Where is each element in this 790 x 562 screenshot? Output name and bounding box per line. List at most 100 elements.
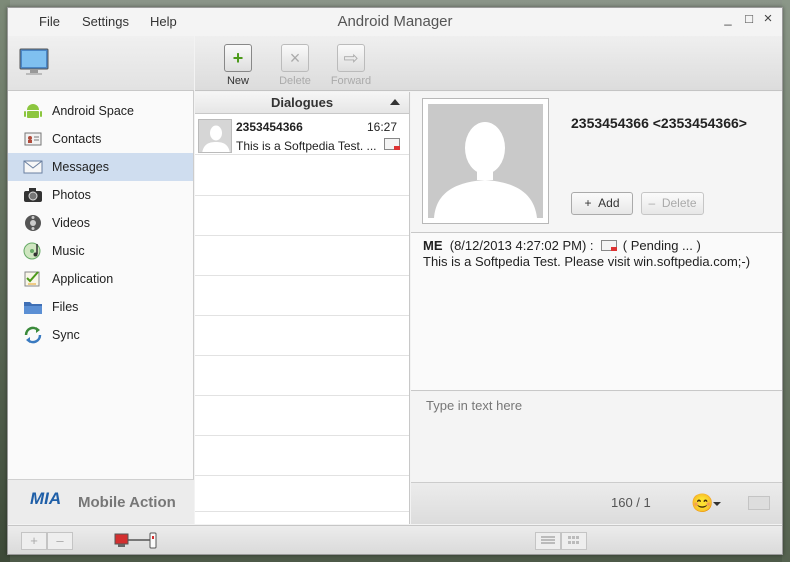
send-bar: 160 / 1 😊 — [411, 482, 782, 524]
sidebar: Android Space Contacts Messages Photos V… — [8, 36, 194, 524]
message-status: ( Pending ... ) — [622, 238, 701, 253]
conversation-pane: 2353454366 <2353454366> + Add – Delete M… — [411, 92, 782, 524]
add-contact-label: Add — [598, 196, 620, 210]
sidebar-item-label: Files — [52, 300, 79, 314]
message-body: This is a Softpedia Test. Please visit w… — [423, 254, 751, 269]
message-meta: ME (8/12/2013 4:27:02 PM) : ( Pending ..… — [423, 238, 701, 253]
sidebar-item-messages[interactable]: Messages — [8, 153, 193, 181]
empty-row — [195, 476, 409, 512]
empty-row — [195, 196, 409, 236]
title-bar: File Settings Help Android Manager _ □ × — [8, 8, 782, 36]
sidebar-item-files[interactable]: Files — [8, 293, 193, 321]
new-button-label: New — [226, 75, 249, 87]
contact-photo-frame[interactable] — [422, 98, 549, 224]
sidebar-item-label: Sync — [52, 328, 80, 342]
sidebar-item-label: Contacts — [52, 132, 102, 146]
sidebar-item-label: Application — [52, 272, 114, 286]
message-input[interactable] — [411, 392, 782, 482]
dialogue-name: 2353454366 — [236, 120, 303, 134]
status-bar: + – — [8, 525, 782, 554]
smiley-icon: 😊 — [691, 493, 714, 513]
brand-text: Mobile Action — [78, 494, 176, 511]
contact-header: 2353454366 <2353454366> + Add – Delete — [411, 92, 782, 233]
add-contact-button[interactable]: + Add — [571, 192, 633, 215]
sort-ascending-icon[interactable] — [390, 99, 400, 105]
sidebar-item-contacts[interactable]: Contacts — [8, 125, 193, 153]
empty-row — [195, 396, 409, 436]
person-silhouette-icon — [199, 120, 231, 152]
empty-row — [195, 276, 409, 316]
dialogue-row[interactable]: 2353454366 16:27 This is a Softpedia Tes… — [195, 115, 409, 155]
compose-area — [411, 392, 782, 482]
empty-row — [195, 236, 409, 276]
sidebar-item-music[interactable]: Music — [8, 237, 193, 265]
empty-row — [195, 436, 409, 476]
grid-view-button[interactable] — [561, 532, 587, 550]
contacts-icon — [24, 132, 42, 146]
sidebar-item-label: Videos — [52, 216, 90, 230]
forward-button[interactable]: ⇨ Forward — [323, 39, 379, 89]
delete-message-button[interactable]: × Delete — [267, 39, 323, 89]
folder-icon — [24, 302, 42, 314]
dialogues-header-label: Dialogues — [270, 95, 334, 110]
empty-row — [195, 316, 409, 356]
new-button[interactable]: + New — [210, 39, 266, 89]
film-icon — [25, 215, 41, 231]
list-view-button[interactable] — [535, 532, 561, 550]
new-message-icon: + — [224, 44, 252, 72]
dialogue-time: 16:27 — [366, 120, 397, 134]
empty-row — [195, 156, 409, 196]
computer-monitor-icon[interactable] — [19, 48, 49, 76]
person-silhouette-icon — [428, 104, 543, 218]
sidebar-item-photos[interactable]: Photos — [8, 181, 193, 209]
menu-help[interactable]: Help — [150, 14, 177, 29]
sidebar-item-android-space[interactable]: Android Space — [8, 97, 193, 125]
forward-icon: ⇨ — [337, 44, 365, 72]
music-icon — [23, 242, 41, 260]
message-sender: ME — [423, 238, 443, 253]
list-view-icon — [541, 536, 555, 544]
grid-view-icon — [568, 536, 579, 544]
delete-icon: × — [281, 44, 309, 72]
application-icon — [24, 271, 40, 287]
envelope-icon — [23, 160, 43, 174]
contact-name: 2353454366 <2353454366> — [571, 115, 747, 131]
sync-icon — [24, 326, 42, 344]
add-group-button[interactable]: + — [21, 532, 47, 550]
sidebar-item-label: Music — [52, 244, 85, 258]
sidebar-item-videos[interactable]: Videos — [8, 209, 193, 237]
sidebar-item-sync[interactable]: Sync — [8, 321, 193, 349]
message-timestamp: (8/12/2013 4:27:02 PM) : — [449, 238, 594, 253]
brand-footer: MIA Mobile Action — [8, 479, 194, 524]
emoji-picker-button[interactable]: 😊 — [691, 492, 721, 514]
send-button[interactable] — [748, 496, 770, 510]
remove-group-button[interactable]: – — [47, 532, 73, 550]
app-window: File Settings Help Android Manager _ □ ×… — [7, 7, 783, 555]
sidebar-item-label: Messages — [52, 160, 109, 174]
toolbar: + New × Delete ⇨ Forward — [195, 36, 782, 91]
sidebar-item-label: Android Space — [52, 104, 135, 118]
close-button[interactable]: × — [760, 11, 776, 26]
camera-icon — [24, 188, 42, 202]
sidebar-header — [8, 36, 194, 91]
delete-contact-button[interactable]: – Delete — [641, 192, 704, 215]
plus-icon: + — [584, 196, 592, 210]
device-connection-icon[interactable] — [114, 532, 162, 550]
pending-mail-icon — [384, 138, 400, 150]
empty-row — [195, 356, 409, 396]
delete-button-label: Delete — [279, 75, 311, 87]
sidebar-item-application[interactable]: Application — [8, 265, 193, 293]
contact-thumbnail — [198, 119, 232, 153]
character-counter: 160 / 1 — [611, 495, 651, 510]
maximize-button[interactable]: □ — [741, 12, 757, 26]
dialogue-preview: This is a Softpedia Test. ... — [236, 139, 377, 153]
forward-button-label: Forward — [330, 75, 372, 87]
pending-mail-icon — [601, 240, 618, 251]
menu-settings[interactable]: Settings — [82, 14, 129, 29]
sidebar-item-label: Photos — [52, 188, 91, 202]
minus-icon: – — [648, 196, 656, 210]
menu-file[interactable]: File — [39, 14, 60, 29]
minimize-button[interactable]: _ — [720, 12, 736, 26]
dialogues-header[interactable]: Dialogues — [195, 92, 409, 114]
message-history[interactable]: ME (8/12/2013 4:27:02 PM) : ( Pending ..… — [411, 233, 782, 391]
